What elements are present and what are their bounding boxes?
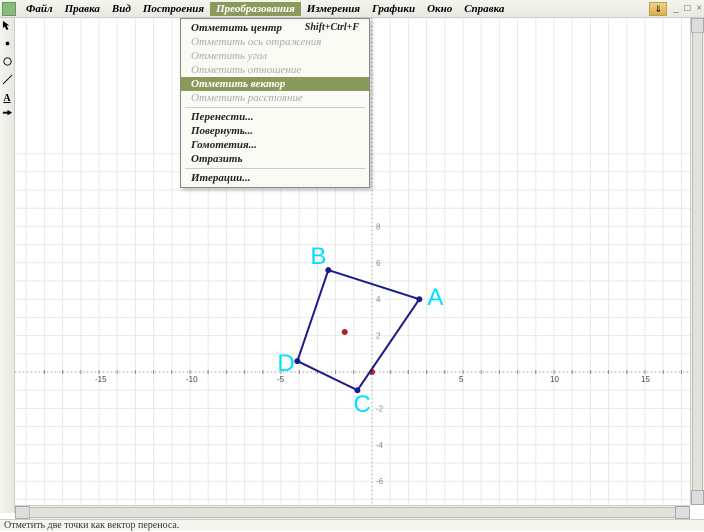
menu-измерения[interactable]: Измерения: [301, 2, 366, 16]
menu-построения[interactable]: Построения: [137, 2, 210, 16]
menu-окно[interactable]: Окно: [421, 2, 458, 16]
app-icon: [2, 2, 16, 16]
menu-преобразования[interactable]: Преобразования: [210, 2, 301, 16]
circle-tool[interactable]: [1, 56, 14, 72]
svg-text:6: 6: [376, 259, 381, 268]
menu-item[interactable]: Итерации...: [181, 171, 369, 185]
menu-separator: [185, 168, 365, 169]
svg-text:-15: -15: [95, 375, 107, 384]
menu-item[interactable]: Отразить: [181, 152, 369, 166]
menu-графики[interactable]: Графики: [366, 2, 421, 16]
close-button[interactable]: ×: [696, 3, 702, 14]
menu-правка[interactable]: Правка: [59, 2, 106, 16]
svg-text:A: A: [427, 284, 443, 311]
line-tool[interactable]: [1, 74, 14, 90]
point-tool[interactable]: [1, 38, 14, 54]
svg-text:-4: -4: [376, 441, 384, 450]
statusbar: Отметить две точки как вектор переноса.: [0, 519, 704, 531]
menu-item[interactable]: Отметить вектор: [181, 77, 369, 91]
svg-text:-2: -2: [376, 404, 384, 413]
menu-справка[interactable]: Справка: [458, 2, 510, 16]
menu-item: Отметить отношение: [181, 63, 369, 77]
menu-separator: [185, 107, 365, 108]
menu-item[interactable]: Гомотетия...: [181, 138, 369, 152]
svg-text:-6: -6: [376, 477, 384, 486]
svg-text:15: 15: [641, 375, 650, 384]
menu-item: Отметить ось отражения: [181, 35, 369, 49]
menu-item[interactable]: Повернуть...: [181, 124, 369, 138]
scrollbar-vertical[interactable]: [690, 18, 704, 505]
svg-text:2: 2: [376, 332, 381, 341]
svg-text:-10: -10: [186, 375, 198, 384]
status-text: Отметить две точки как вектор переноса.: [4, 520, 179, 531]
svg-text:B: B: [310, 243, 326, 270]
svg-text:C: C: [353, 391, 370, 418]
menubar: ФайлПравкаВидПостроенияПреобразованияИзм…: [0, 0, 704, 18]
svg-text:8: 8: [376, 222, 381, 231]
text-tool[interactable]: A: [1, 91, 14, 107]
custom-tool[interactable]: [1, 109, 14, 125]
svg-text:10: 10: [550, 375, 559, 384]
menu-item: Отметить угол: [181, 49, 369, 63]
svg-text:5: 5: [459, 375, 464, 384]
maximize-button[interactable]: □: [684, 3, 690, 14]
menu-вид[interactable]: Вид: [106, 2, 137, 16]
scrollbar-horizontal[interactable]: [15, 505, 690, 519]
arrow-tool[interactable]: [1, 20, 14, 36]
menu-item[interactable]: Перенести...: [181, 110, 369, 124]
minimize-button[interactable]: _: [673, 3, 678, 14]
window-controls: ⇓ _ □ ×: [649, 2, 702, 16]
download-icon[interactable]: ⇓: [649, 2, 667, 16]
menu-файл[interactable]: Файл: [20, 2, 59, 16]
transform-menu: Отметить центрShift+Ctrl+FОтметить ось о…: [180, 18, 370, 188]
svg-text:4: 4: [376, 295, 381, 304]
menu-item: Отметить расстояние: [181, 91, 369, 105]
svg-text:D: D: [277, 350, 294, 377]
menu-item[interactable]: Отметить центрShift+Ctrl+F: [181, 21, 369, 35]
toolbar: A: [0, 18, 15, 513]
